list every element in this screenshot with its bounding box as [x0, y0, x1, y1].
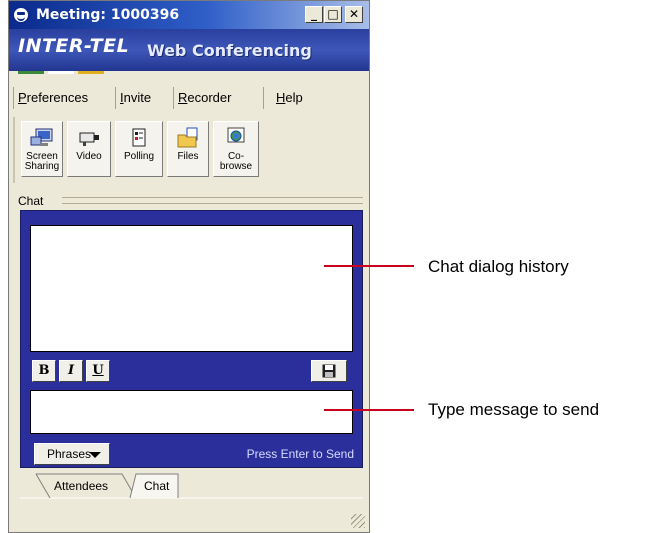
polling-label: Polling: [123, 151, 155, 162]
section-divider: [62, 197, 363, 204]
app-smiley-icon: [12, 6, 30, 24]
files-button[interactable]: Files: [167, 121, 209, 177]
send-hint: Press Enter to Send: [246, 447, 354, 461]
tab-attendees[interactable]: Attendees: [54, 474, 108, 498]
message-input[interactable]: [30, 390, 353, 434]
video-button[interactable]: Video: [67, 121, 111, 177]
phrases-label: Phrases: [47, 447, 92, 461]
chat-history[interactable]: [30, 225, 353, 352]
callout-line-history: [324, 265, 414, 267]
brand-banner: INTER-TEL Web Conferencing: [9, 29, 369, 74]
callout-chat-history: Chat dialog history: [428, 257, 569, 276]
menu-recorder[interactable]: Recorder: [173, 87, 266, 109]
video-label: Video: [76, 151, 102, 162]
screen-sharing-button[interactable]: Screen Sharing: [21, 121, 63, 177]
window-title: Meeting: 1000396: [36, 7, 180, 23]
logo-color-bars: [18, 61, 138, 74]
tab-chat[interactable]: Chat: [144, 474, 169, 498]
co-browse-button[interactable]: Co- browse: [213, 121, 259, 177]
menu-invite[interactable]: Invite: [115, 87, 176, 109]
chevron-down-icon: [89, 452, 101, 458]
close-button[interactable]: ✕: [345, 6, 363, 23]
phrases-dropdown[interactable]: Phrases: [34, 443, 110, 465]
resize-grip[interactable]: [351, 514, 365, 528]
chat-section-label: Chat: [18, 194, 44, 208]
bottom-tabs: Attendees Chat: [20, 472, 363, 502]
save-chat-button[interactable]: [311, 360, 347, 382]
inter-tel-logo: INTER-TEL: [18, 35, 130, 57]
underline-button[interactable]: U: [86, 360, 110, 382]
video-camera-icon: [77, 127, 101, 149]
polling-icon: [127, 127, 151, 149]
co-browse-label-2: browse: [219, 161, 253, 172]
minimize-button[interactable]: _: [305, 6, 323, 23]
bold-button[interactable]: B: [32, 360, 56, 382]
polling-button[interactable]: Polling: [115, 121, 163, 177]
banner-subtitle: Web Conferencing: [147, 41, 312, 60]
feature-toolbar: Screen Sharing Video Polling Files Co- b…: [13, 117, 367, 183]
screen-sharing-icon: [30, 127, 54, 149]
callout-type-message: Type message to send: [428, 400, 600, 419]
callout-line-compose: [324, 409, 414, 411]
files-label: Files: [177, 151, 199, 162]
title-bar[interactable]: Meeting: 1000396 _ □ ✕: [9, 1, 369, 29]
menu-bar: Preferences Invite Recorder Help: [13, 83, 365, 113]
menu-preferences[interactable]: Preferences: [13, 87, 118, 109]
menu-help[interactable]: Help: [263, 87, 324, 109]
screen-sharing-label-2: Sharing: [24, 161, 60, 172]
floppy-disk-icon: [322, 364, 336, 383]
files-icon: [176, 127, 200, 149]
maximize-button[interactable]: □: [324, 6, 342, 23]
meeting-window: Meeting: 1000396 _ □ ✕ INTER-TEL Web Con…: [8, 0, 370, 533]
chat-panel: B I U Phrases Press Enter to Send: [20, 210, 363, 468]
co-browse-icon: [224, 127, 248, 149]
italic-button[interactable]: I: [59, 360, 83, 382]
